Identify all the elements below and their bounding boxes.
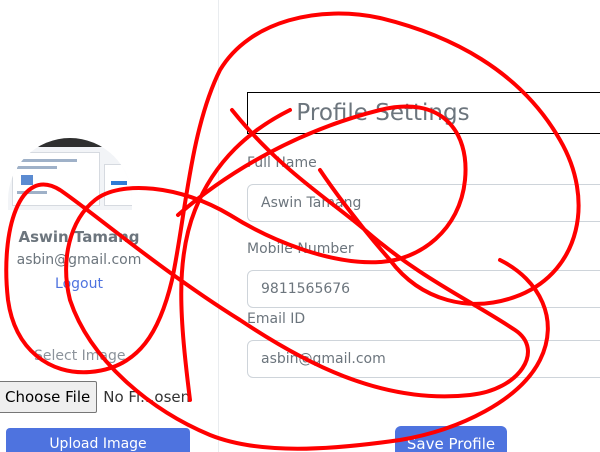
- logout-link[interactable]: Logout: [0, 276, 158, 292]
- email-id-label: Email ID: [247, 311, 306, 327]
- file-input[interactable]: Choose File No Fi...osen: [0, 381, 190, 413]
- user-email: asbin@gmail.com: [16, 252, 142, 268]
- user-name: Aswin Tamang: [18, 228, 140, 246]
- file-status: No Fi...osen: [103, 388, 191, 406]
- mobile-number-label: Mobile Number: [247, 241, 354, 257]
- upload-image-button[interactable]: Upload Image: [6, 428, 190, 452]
- profile-page: Aswin Tamang asbin@gmail.com Logout Sele…: [0, 0, 600, 452]
- avatar-window-panel: [12, 152, 100, 206]
- page-title: Profile Settings: [296, 100, 470, 126]
- avatar-line: [17, 159, 77, 162]
- page-title-box: Profile Settings: [247, 92, 600, 134]
- avatar-line: [17, 166, 57, 169]
- avatar-side-button: [111, 181, 127, 185]
- avatar: [8, 138, 132, 210]
- select-image-label: Select Image: [34, 348, 126, 364]
- save-profile-button[interactable]: Save Profile: [395, 426, 507, 452]
- profile-sidebar: Aswin Tamang asbin@gmail.com Logout Sele…: [0, 0, 219, 452]
- avatar-window-bar: [8, 138, 132, 147]
- avatar-line: [17, 191, 47, 194]
- full-name-label: Full Name: [247, 155, 317, 171]
- email-id-field[interactable]: asbin@gmail.com: [247, 340, 600, 378]
- avatar-blue-block: [21, 175, 33, 185]
- mobile-number-field[interactable]: 9811565676: [247, 270, 600, 308]
- choose-file-button[interactable]: Choose File: [0, 381, 98, 413]
- full-name-field[interactable]: Aswin Tamang: [247, 184, 600, 222]
- avatar-side-panel: [104, 164, 132, 206]
